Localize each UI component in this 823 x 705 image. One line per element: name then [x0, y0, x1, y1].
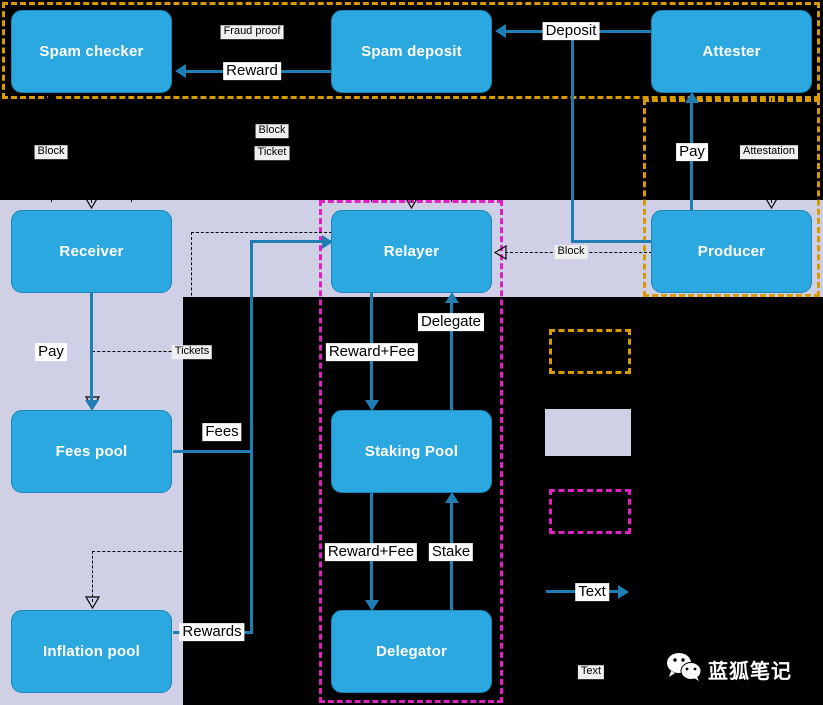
edge-label-reward-fee-top: Reward+Fee: [325, 343, 419, 361]
edge-rewards-dashed-drop: [92, 551, 93, 602]
edge-label-block-producer: Block: [554, 245, 588, 259]
edge-pay-receiver: [90, 293, 93, 403]
watermark-text: 蓝狐笔记: [708, 659, 792, 683]
edge-rewards-dashed-top: [92, 551, 192, 552]
edge-label-pay-attester: Pay: [676, 143, 708, 161]
edge-fees-stub: [173, 450, 253, 453]
edge-block-mid-tick-a: [371, 186, 372, 202]
diagram-canvas: Spam checker Spam deposit Attester Recei…: [0, 0, 823, 705]
edge-rewards-dashed-riser: [191, 402, 192, 551]
node-label: Delegator: [376, 643, 447, 660]
arrowhead-rewards-dashed: [84, 596, 101, 610]
node-label: Inflation pool: [43, 643, 140, 660]
node-label: Spam deposit: [361, 43, 462, 60]
edge-label-block-mid: Block: [255, 124, 289, 138]
edge-tickets-top: [191, 232, 332, 233]
legend-solid-arrowhead: [618, 585, 629, 599]
edge-label-tickets: Tickets: [171, 345, 213, 359]
node-attester[interactable]: Attester: [651, 10, 812, 93]
edge-label-block-left: Block: [34, 145, 68, 159]
node-fees-pool[interactable]: Fees pool: [11, 410, 172, 493]
node-staking-pool[interactable]: Staking Pool: [331, 410, 492, 493]
edge-pool-bus-top: [250, 240, 332, 243]
edge-block-left-tick-b: [131, 186, 132, 202]
edge-label-delegate: Delegate: [417, 313, 485, 331]
arrowhead-attestation: [763, 196, 780, 210]
edge-deposit-riser-foot: [571, 240, 653, 243]
node-label: Relayer: [383, 243, 440, 260]
edge-label-ticket: Ticket: [254, 146, 290, 160]
arrowhead-block-left: [83, 196, 100, 210]
edge-label-deposit: Deposit: [542, 22, 600, 40]
edge-label-reward: Reward: [223, 62, 281, 80]
edge-block-mid-tick-b: [451, 186, 452, 202]
edge-block-mid: [411, 93, 412, 203]
edge-block-left: [91, 93, 92, 203]
node-label: Attester: [702, 43, 761, 60]
edge-label-stake: Stake: [428, 543, 474, 561]
arrowhead-deposit: [495, 24, 506, 38]
edge-label-reward-fee-bottom: Reward+Fee: [324, 543, 418, 561]
node-inflation-pool[interactable]: Inflation pool: [11, 610, 172, 693]
node-label: Staking Pool: [364, 443, 459, 460]
legend-item-dashed-magenta-rect: [549, 489, 631, 534]
edge-label-attestation: Attestation: [740, 145, 798, 159]
node-relayer[interactable]: Relayer: [331, 210, 492, 293]
node-receiver[interactable]: Receiver: [11, 210, 172, 293]
arrowhead-block-mid: [403, 196, 420, 210]
node-label: Spam checker: [39, 43, 144, 60]
edge-label-fees: Fees: [202, 423, 242, 441]
arrowhead-block-producer: [493, 244, 507, 261]
arrowhead-reward: [175, 64, 186, 78]
arrowhead-pay-attester: [685, 92, 699, 103]
legend-solid-arrow-label: Text: [575, 583, 609, 601]
watermark: 蓝狐笔记: [666, 652, 792, 687]
edge-label-pay-receiver: Pay: [35, 343, 67, 361]
edge-label-rewards: Rewards: [179, 623, 245, 641]
legend-item-filled-rect: [545, 409, 631, 456]
edge-pool-bus: [250, 240, 253, 633]
arrowhead-delegate: [445, 292, 459, 303]
wechat-icon: [666, 652, 702, 687]
node-delegator[interactable]: Delegator: [331, 610, 492, 693]
arrowhead-stake: [445, 492, 459, 503]
node-producer[interactable]: Producer: [651, 210, 812, 293]
legend-item-dashed-orange-rect: [549, 329, 631, 374]
edge-label-fraud-proof: Fraud proof: [220, 25, 284, 39]
node-spam-checker[interactable]: Spam checker: [11, 10, 172, 93]
node-label: Fees pool: [55, 443, 128, 460]
edge-block-left-tick-a: [51, 186, 52, 202]
node-label: Receiver: [59, 243, 124, 260]
node-spam-deposit[interactable]: Spam deposit: [331, 10, 492, 93]
legend-dashed-arrow-label: Text: [577, 665, 605, 679]
edge-tickets-riser: [191, 232, 192, 351]
edge-deposit-riser: [571, 31, 574, 242]
node-label: Producer: [697, 243, 766, 260]
